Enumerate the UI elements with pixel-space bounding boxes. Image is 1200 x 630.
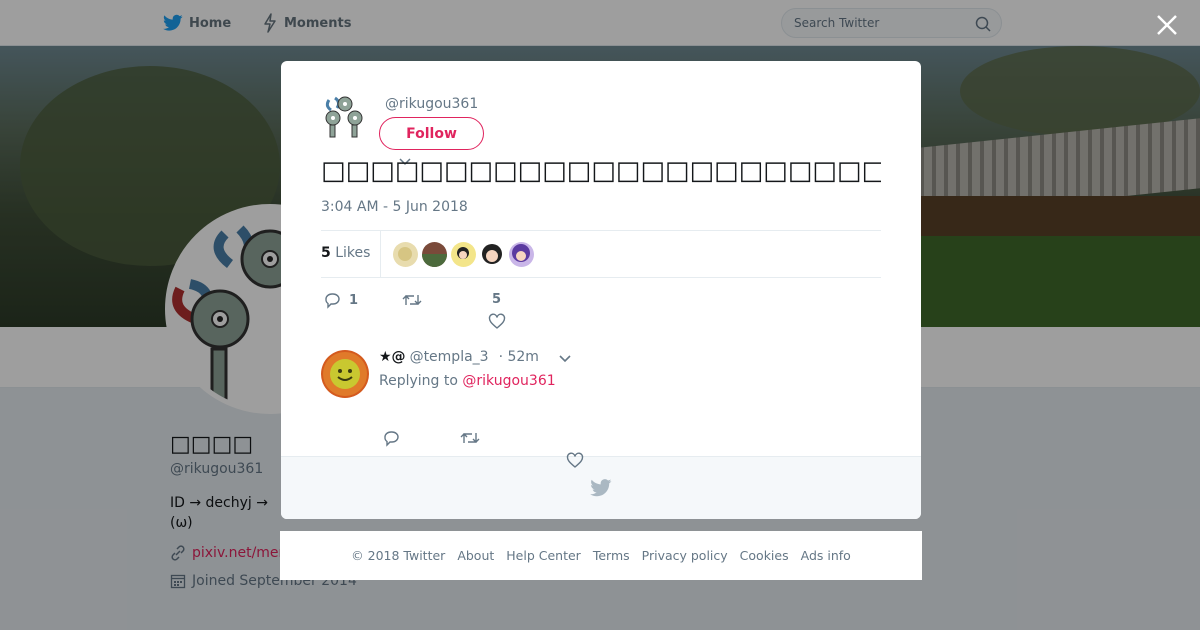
reply-action[interactable]: 1 [323,291,358,309]
replying-to-link[interactable]: @rikugou361 [462,373,555,389]
stats-divider [380,231,381,277]
twitter-bird-icon [590,479,612,497]
reply-author-avatar[interactable] [321,350,369,398]
liker-avatar[interactable] [480,242,505,267]
follow-button[interactable]: Follow [379,117,484,150]
liker-avatar[interactable] [509,242,534,267]
likes-stat[interactable]: 5 Likes [321,245,370,261]
replying-to-prefix: Replying to [379,373,458,389]
liker-avatar[interactable] [422,242,447,267]
reply-count: 1 [349,292,359,308]
reply-icon [325,293,340,309]
like-count-text: 5 [492,292,502,307]
reply-tweet[interactable]: ★@ @templa_3 · 52m Replying to @rikugou3… [321,349,881,459]
heart-icon [488,313,506,329]
footer-link-ads-info[interactable]: Ads info [801,548,851,563]
footer-link-privacy[interactable]: Privacy policy [642,548,728,563]
footer-link-help-center[interactable]: Help Center [506,548,581,563]
tweet-timestamp[interactable]: 3:04 AM - 5 Jun 2018 [321,199,468,215]
site-footer: © 2018 Twitter About Help Center Terms P… [280,531,922,580]
liker-avatar[interactable] [451,242,476,267]
reply-action[interactable] [382,429,400,447]
tweet-stats: 5 Likes [321,230,881,278]
reply-timestamp[interactable]: · 52m [499,349,539,365]
close-icon[interactable] [1154,12,1180,38]
retweet-action[interactable] [402,291,422,309]
retweet-icon [402,295,422,305]
chevron-down-icon[interactable] [558,351,572,365]
likes-count: 5 [321,245,331,261]
tweet-author-avatar[interactable] [321,90,369,138]
footer-link-about[interactable]: About [457,548,494,563]
reply-header: ★@ @templa_3 · 52m [379,349,539,365]
retweet-icon [460,433,480,443]
modal-footer [281,456,921,519]
tweet-text: □□□□□□□□□□□□□□□□□□□□□□□□□□□□□□□□□□□□□□□□ [321,156,881,186]
tweet-actions: 1 5 [321,287,881,337]
like-action[interactable] [488,313,506,331]
likes-label: Likes [335,245,371,261]
replying-to: Replying to @rikugou361 [379,373,556,389]
footer-link-terms[interactable]: Terms [593,548,630,563]
retweet-action[interactable] [460,429,480,447]
reply-author-handle[interactable]: @templa_3 [410,349,489,365]
tweet-modal: @rikugou361 Follow □□□□□□□□□□□□□□□□□□□□□… [281,61,921,519]
footer-copyright: © 2018 Twitter [351,548,446,563]
liker-avatar[interactable] [393,242,418,267]
tweet-author-handle[interactable]: @rikugou361 [385,96,478,112]
footer-link-cookies[interactable]: Cookies [740,548,789,563]
heart-icon[interactable] [566,452,584,470]
reply-icon [384,431,399,447]
reply-author-name[interactable]: ★@ [379,349,406,365]
